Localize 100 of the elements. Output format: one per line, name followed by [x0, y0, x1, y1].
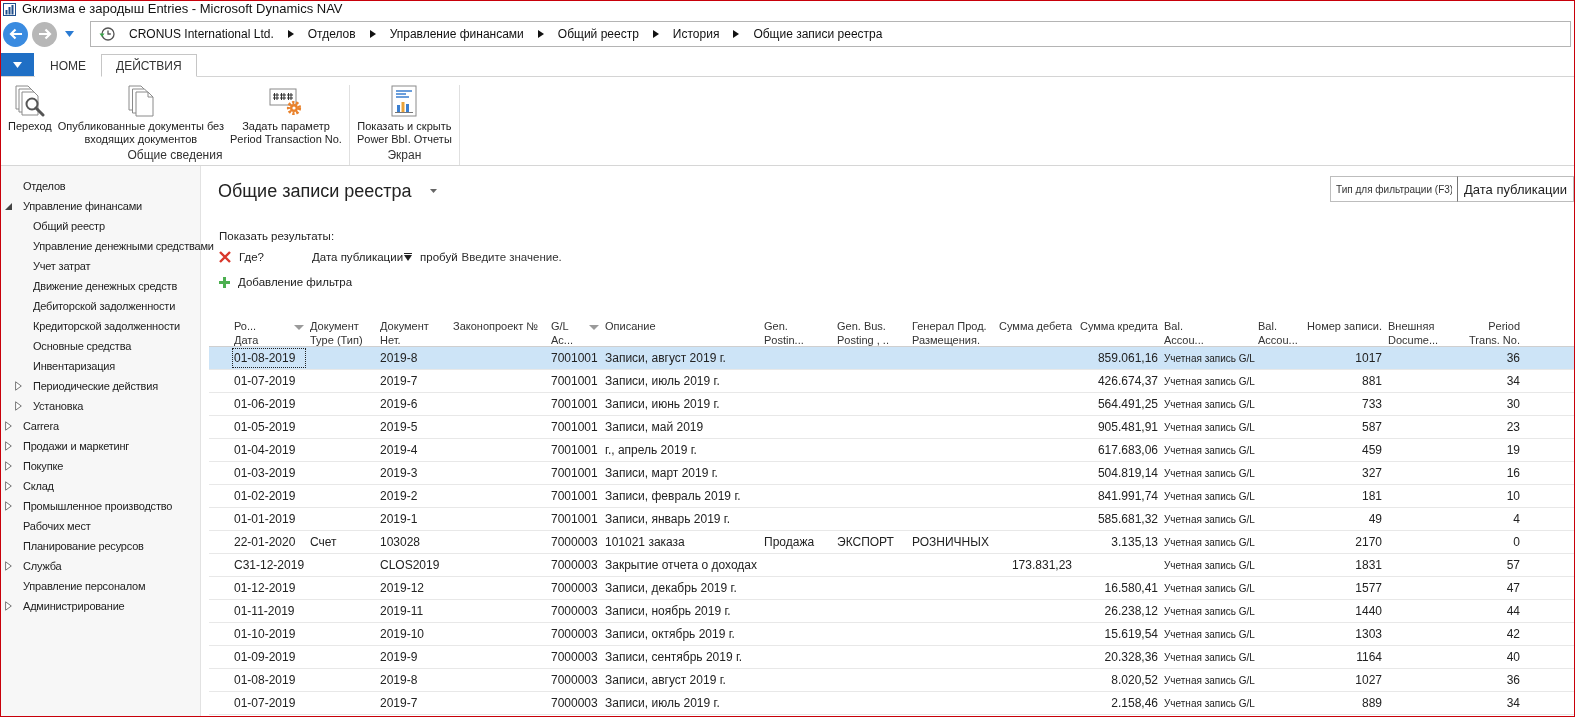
app-menu-button[interactable]: [1, 53, 34, 76]
nav-link[interactable]: Продажи и маркетинг: [23, 440, 130, 452]
filter-value-input[interactable]: Введите значение.: [461, 251, 592, 263]
table-row[interactable]: 01-10-2019 2019-10 7000003 Записи, октябрь 2019 г. 15.619,54 Учетная запись G/L 1303 42: [209, 623, 1574, 646]
table-row[interactable]: 01-08-2019 2019-8 7001001 Записи, август 2019 г. 859.061,16 Учетная запись G/L 1017 36: [209, 347, 1574, 370]
nav-link[interactable]: Управление финансами: [23, 200, 142, 212]
collapsed-triangle-icon[interactable]: [5, 561, 12, 571]
nav-link[interactable]: Carrera: [23, 420, 59, 432]
column-header[interactable]: Описание: [602, 314, 761, 347]
table-cell-text: 7000003: [550, 672, 599, 689]
table-row[interactable]: C31-12-2019 CLOS2019 7000003 Закрытие отчета о доходах 173.831,23 Учетная запись G/L 1831 57: [209, 554, 1574, 577]
nav-link[interactable]: Рабочих мест: [23, 520, 91, 532]
column-header[interactable]: Документ Type (Тип): [307, 314, 377, 347]
table-row[interactable]: 01-04-2019 2019-4 7001001 г., апрель 2019 г. 617.683,06 Учетная запись G/L 459 19: [209, 439, 1574, 462]
column-header[interactable]: Ро... Дата: [231, 314, 307, 347]
ribbon-button[interactable]: Задать параметр Period Transaction No.: [227, 85, 345, 146]
nav-link[interactable]: Промышленное производство: [23, 500, 173, 512]
column-header[interactable]: G/L Ac...: [548, 314, 602, 347]
nav-link[interactable]: Установка: [33, 400, 84, 412]
collapsed-triangle-icon[interactable]: [5, 461, 12, 471]
column-header[interactable]: Генерал Прод. Размещения.: [909, 314, 995, 347]
expanded-triangle-icon[interactable]: [5, 202, 12, 210]
column-header[interactable]: Bal. Accou...: [1161, 314, 1255, 347]
nav-link[interactable]: Служба: [23, 560, 62, 572]
column-header[interactable]: Bal. Accou...: [1255, 314, 1303, 347]
breadcrumb-link[interactable]: Управление финансами: [383, 27, 530, 41]
table-cell-text: 889: [1360, 695, 1383, 712]
table-row[interactable]: 01-07-2019 2019-7 7001001 Записи, июль 2019 г. 426.674,37 Учетная запись G/L 881 34: [209, 370, 1574, 393]
table-cell-text: Учетная запись G/L: [1163, 397, 1255, 412]
nav-link[interactable]: Управление персоналом: [23, 580, 146, 592]
filter-field-dropdown[interactable]: Дата публикации: [311, 251, 413, 263]
column-header[interactable]: Period Trans. No.: [1465, 314, 1523, 347]
table-row[interactable]: 01-03-2019 2019-3 7001001 Записи, март 2019 г. 504.819,14 Учетная запись G/L 327 16: [209, 462, 1574, 485]
table-cell-text: 327: [1360, 465, 1383, 482]
collapsed-triangle-icon[interactable]: [5, 441, 12, 451]
column-header[interactable]: Законопроект №: [450, 314, 548, 347]
table-cell-text: 8.020,52: [1110, 672, 1159, 689]
table-row[interactable]: 01-05-2019 2019-5 7001001 Записи, май 2019 905.481,91 Учетная запись G/L 587 23: [209, 416, 1574, 439]
nav-link[interactable]: Кредиторской задолженности: [33, 320, 180, 332]
column-header[interactable]: Документ Нет.: [377, 314, 450, 347]
nav-link[interactable]: Дебиторской задолженности: [33, 300, 176, 312]
column-header[interactable]: Сумма кредита: [1075, 314, 1161, 347]
nav-link[interactable]: Склад: [23, 480, 54, 492]
nav-link[interactable]: Периодические действия: [33, 380, 158, 392]
ribbon-tab[interactable]: ДЕЙСТВИЯ: [101, 54, 197, 77]
table-row[interactable]: 22-01-2020 Счет 103028 7000003 101021 заказа Продажа ЭКСПОРТ РОЗНИЧНЫХ 3.135,13 Учетная запись G/L 2170 0: [209, 531, 1574, 554]
ribbon-button[interactable]: Показать и скрыть Power BbI. Отчеты: [353, 85, 455, 146]
column-header[interactable]: Сумма дебета: [995, 314, 1075, 347]
plus-icon[interactable]: [219, 276, 230, 288]
add-filter-link[interactable]: Добавление фильтра: [238, 276, 353, 288]
nav-link[interactable]: Инвентаризация: [33, 360, 115, 372]
breadcrumb-link[interactable]: История: [666, 27, 726, 41]
nav-link[interactable]: Основные средства: [33, 340, 132, 352]
table-row[interactable]: 01-06-2019 2019-6 7001001 Записи, июнь 2019 г. 564.491,25 Учетная запись G/L 733 30: [209, 393, 1574, 416]
table-cell-text: 44: [1505, 603, 1521, 620]
close-icon[interactable]: [219, 251, 231, 263]
address-bar[interactable]: CRONUS International Ltd. Отделов Управление финансами Общий реестр История Общие записи реестра: [90, 21, 1571, 47]
ribbon-button[interactable]: Переход: [5, 85, 55, 133]
collapsed-triangle-icon[interactable]: [5, 501, 12, 511]
nav-link[interactable]: Движение денежных средств: [33, 280, 178, 292]
breadcrumb-arrow-icon: [369, 30, 376, 38]
filter-field-dropdown[interactable]: Дата публикации: [1458, 176, 1574, 202]
nav-link[interactable]: Планирование ресурсов: [23, 540, 144, 552]
nav-link[interactable]: Учет затрат: [33, 260, 91, 272]
ribbon-button[interactable]: Опубликованные документы без входящих документов: [54, 85, 228, 146]
collapsed-triangle-icon[interactable]: [5, 421, 12, 431]
breadcrumb-link[interactable]: CRONUS International Ltd.: [123, 27, 280, 41]
nav-link[interactable]: Покупке: [23, 460, 64, 472]
history-clock-icon[interactable]: [99, 26, 115, 42]
filter-where-label: Где?: [239, 251, 264, 263]
collapsed-triangle-icon[interactable]: [15, 381, 22, 391]
table-cell-text: 7001001: [550, 488, 599, 505]
column-header[interactable]: Внешняя Docume...: [1385, 314, 1465, 347]
breadcrumb-link[interactable]: Отделов: [301, 27, 362, 41]
breadcrumb-link[interactable]: Общие записи реестра: [747, 27, 889, 41]
nav-link[interactable]: Общий реестр: [33, 220, 105, 232]
table-row[interactable]: 01-01-2019 2019-1 7001001 Записи, январь 2019 г. 585.681,32 Учетная запись G/L 49 4: [209, 508, 1574, 531]
table-cell-text: 7000003: [550, 649, 599, 666]
table-row[interactable]: 01-08-2019 2019-8 7000003 Записи, август 2019 г. 8.020,52 Учетная запись G/L 1027 36: [209, 669, 1574, 692]
breadcrumb-link[interactable]: Общий реестр: [551, 27, 645, 41]
column-header[interactable]: Gen. Postin...: [761, 314, 834, 347]
table-row[interactable]: 01-09-2019 2019-9 7000003 Записи, сентябрь 2019 г. 20.328,36 Учетная запись G/L 1164 40: [209, 646, 1574, 669]
column-header[interactable]: Номер записи.: [1303, 314, 1385, 347]
collapsed-triangle-icon[interactable]: [5, 481, 12, 491]
collapsed-triangle-icon[interactable]: [5, 601, 12, 611]
ribbon-group-label: Общие сведения: [127, 148, 223, 164]
nav-link[interactable]: Администрирование: [23, 600, 125, 612]
collapsed-triangle-icon[interactable]: [15, 401, 22, 411]
table-row[interactable]: 01-12-2019 2019-12 7000003 Записи, декабрь 2019 г. 16.580,41 Учетная запись G/L 1577 47: [209, 577, 1574, 600]
nav-link[interactable]: Отделов: [23, 180, 66, 192]
table-cell-text: 01-07-2019: [233, 373, 297, 390]
table-row[interactable]: 01-07-2019 2019-7 7000003 Записи, июль 2019 г. 2.158,46 Учетная запись G/L 889 34: [209, 692, 1574, 715]
table-cell-text: Учетная запись G/L: [1163, 489, 1255, 504]
table-cell-text: 2019-12: [379, 580, 426, 597]
filter-search-field[interactable]: Тип для фильтрации (F3): [1330, 176, 1459, 202]
table-row[interactable]: 01-11-2019 2019-11 7000003 Записи, ноябрь 2019 г. 26.238,12 Учетная запись G/L 1440 44: [209, 600, 1574, 623]
back-button[interactable]: [3, 21, 28, 47]
nav-link[interactable]: Управление денежными средствами: [33, 240, 214, 252]
table-row[interactable]: 01-02-2019 2019-2 7001001 Записи, февраль 2019 г. 841.991,74 Учетная запись G/L 181 10: [209, 485, 1574, 508]
column-header[interactable]: Gen. Bus. Posting , ..: [834, 314, 909, 347]
